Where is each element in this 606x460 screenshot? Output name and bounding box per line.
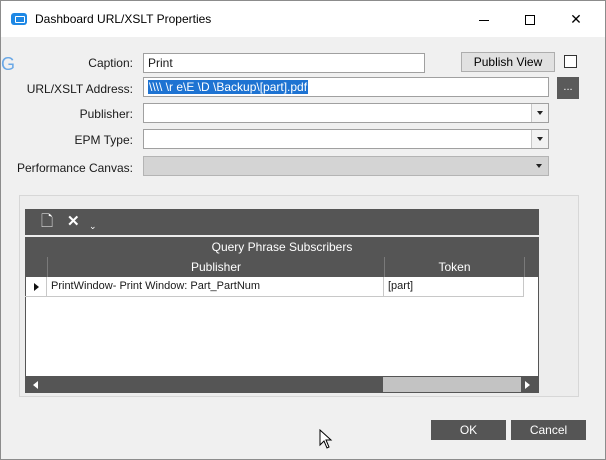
title-bar[interactable]: Dashboard URL/XSLT Properties ✕ — [1, 1, 605, 37]
performance-canvas-label: Performance Canvas: — [16, 161, 133, 175]
publish-view-button[interactable]: Publish View — [461, 52, 555, 72]
column-header-token[interactable]: Token — [384, 257, 524, 277]
close-icon: ✕ — [570, 11, 582, 27]
scroll-left-icon[interactable] — [33, 381, 38, 389]
chevron-down-icon — [537, 137, 543, 141]
window-title: Dashboard URL/XSLT Properties — [35, 12, 212, 26]
ok-button[interactable]: OK — [431, 420, 506, 440]
publisher-label: Publisher: — [79, 107, 133, 121]
caption-label: Caption: — [88, 56, 133, 70]
app-icon — [11, 13, 27, 25]
scroll-right-icon[interactable] — [525, 381, 530, 389]
epm-type-dropdown[interactable] — [143, 129, 549, 149]
url-label: URL/XSLT Address: — [26, 82, 133, 96]
minimize-button[interactable] — [461, 1, 507, 37]
chevron-down-icon[interactable]: ⌄ — [89, 213, 97, 239]
caption-input[interactable]: Print — [143, 53, 425, 73]
row-indicator-header — [25, 257, 47, 277]
grid-title: Query Phrase Subscribers — [25, 237, 539, 257]
chevron-down-icon — [537, 111, 543, 115]
close-button[interactable]: ✕ — [553, 1, 599, 37]
epm-type-dropdown-button[interactable] — [531, 130, 548, 148]
column-header-filler — [524, 257, 539, 277]
new-document-icon[interactable]: 🗋 — [41, 209, 53, 235]
chevron-down-icon — [536, 164, 542, 168]
cell-publisher[interactable]: PrintWindow- Print Window: Part_PartNum — [47, 277, 384, 297]
table-row[interactable]: PrintWindow- Print Window: Part_PartNum … — [25, 277, 539, 297]
grid-toolbar: 🗋 ✕ ⌄ — [25, 209, 539, 235]
horizontal-scrollbar[interactable] — [25, 376, 539, 393]
publisher-dropdown-button[interactable] — [531, 104, 548, 122]
publish-view-checkbox[interactable] — [564, 55, 577, 68]
column-header-publisher[interactable]: Publisher — [47, 257, 384, 277]
url-value: \\\\ \r e\E \D \Backup\[part].pdf — [148, 80, 309, 94]
minimize-icon — [479, 19, 489, 21]
row-indicator — [25, 277, 47, 297]
maximize-button[interactable] — [507, 1, 553, 37]
scrollbar-track[interactable] — [383, 377, 521, 392]
cancel-button[interactable]: Cancel — [511, 420, 586, 440]
caption-value: Print — [148, 56, 173, 70]
delete-x-icon[interactable]: ✕ — [67, 209, 80, 235]
mouse-cursor-icon — [319, 429, 333, 449]
url-input[interactable]: \\\\ \r e\E \D \Backup\[part].pdf — [143, 77, 549, 97]
maximize-icon — [525, 15, 535, 26]
performance-canvas-dropdown — [143, 156, 549, 176]
epm-type-label: EPM Type: — [74, 133, 133, 147]
publisher-dropdown[interactable] — [143, 103, 549, 123]
performance-canvas-dropdown-button — [531, 157, 548, 175]
browse-button[interactable]: ... — [557, 77, 579, 99]
scrollbar-thumb[interactable] — [41, 376, 383, 393]
dialog-window: Dashboard URL/XSLT Properties ✕ G Captio… — [0, 0, 606, 460]
cell-token[interactable]: [part] — [384, 277, 524, 297]
